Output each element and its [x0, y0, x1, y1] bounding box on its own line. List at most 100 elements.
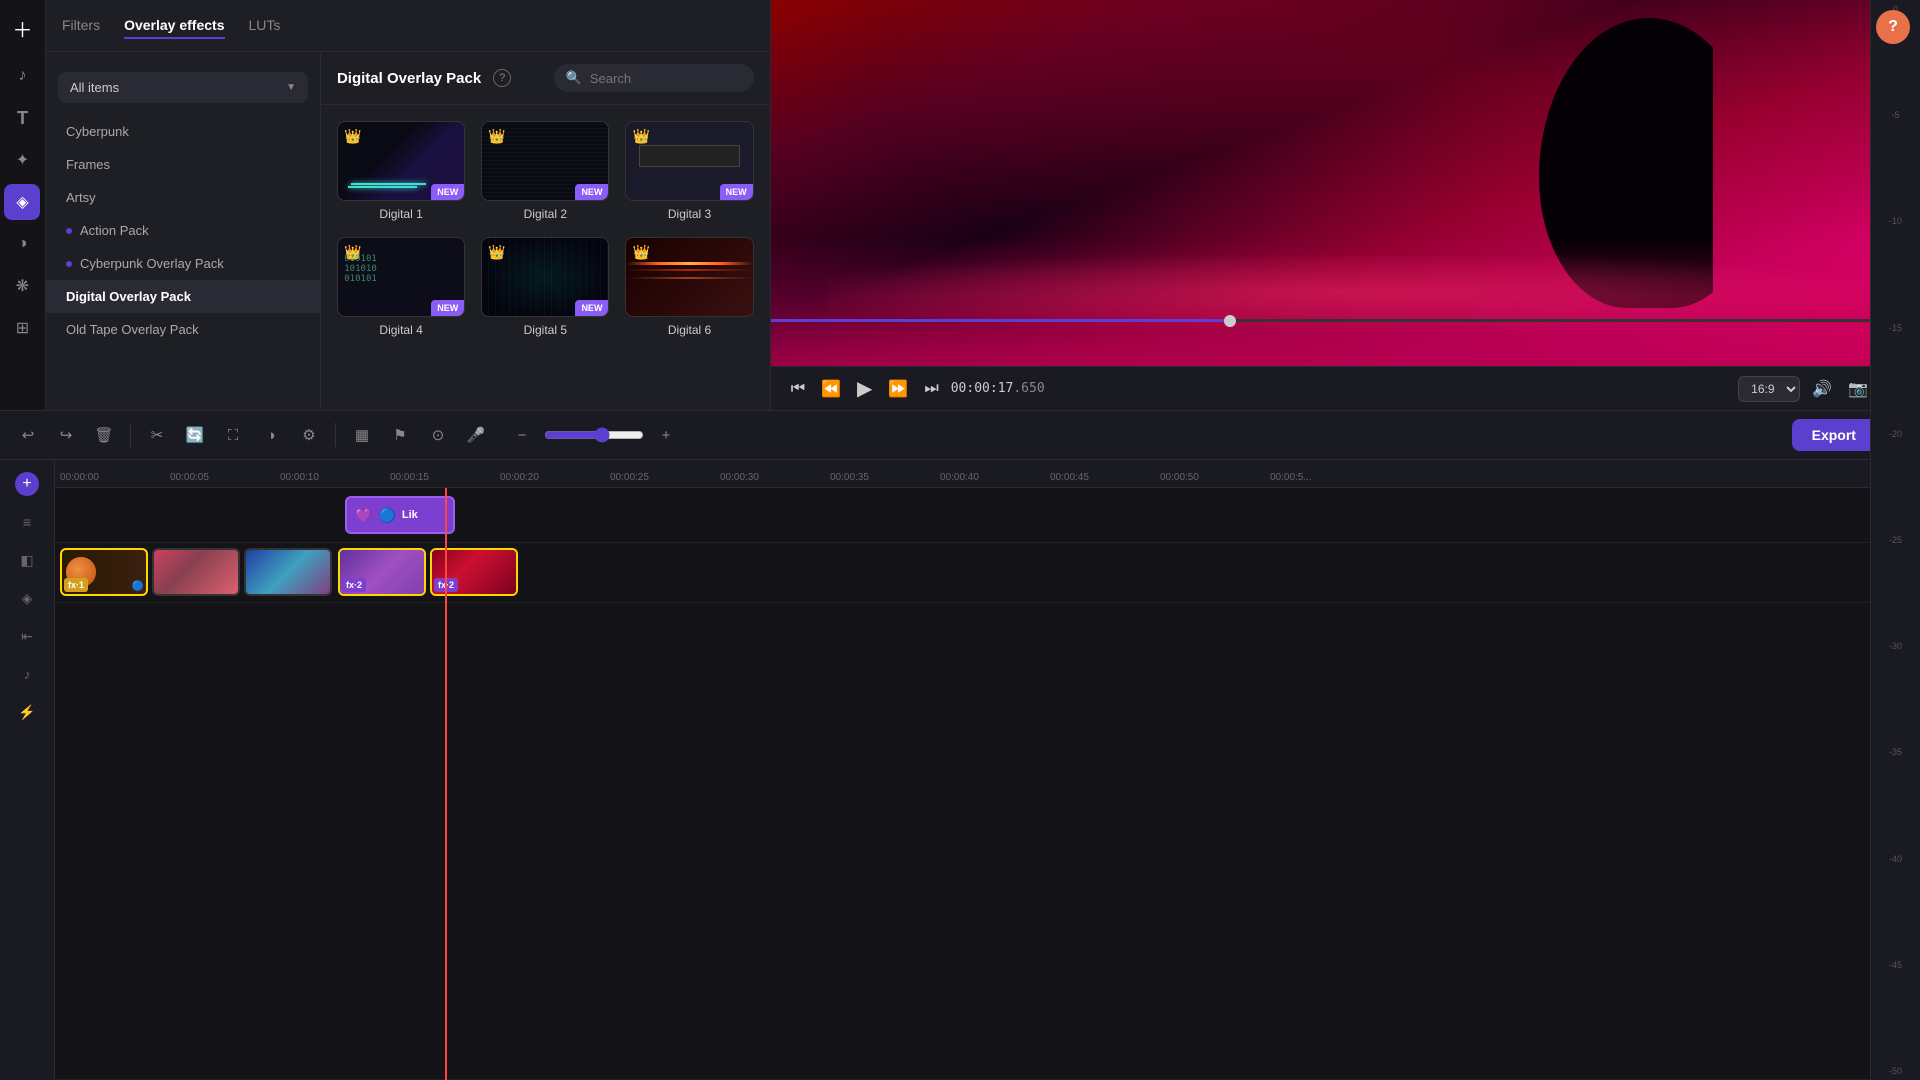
left-sidebar: ＋ ♪ T ✦ ◈ ◑ ❋ ⊞: [0, 0, 46, 410]
rewind-button[interactable]: ⏪: [817, 375, 845, 403]
ruler-mark: 00:00:20: [500, 472, 539, 483]
tl-icon-2[interactable]: ◧: [11, 544, 43, 576]
help-button[interactable]: ?: [1876, 10, 1910, 44]
crop-button[interactable]: ⛶: [217, 419, 249, 451]
preview-section: ? ⏮ ⏪ ▶ ⏩ ⏭ 00:00:17.650: [771, 0, 1920, 410]
video-clip-5[interactable]: fx·2: [430, 548, 518, 596]
sidebar-item-frames[interactable]: Frames: [46, 148, 320, 181]
tab-filters[interactable]: Filters: [62, 13, 100, 39]
overlay-clip-label: Lik: [402, 509, 418, 521]
new-badge: NEW: [575, 184, 608, 200]
screenshot-button[interactable]: 📷: [1844, 375, 1872, 403]
volume-button[interactable]: 🔊: [1808, 375, 1836, 403]
tl-icon-1[interactable]: ≡: [11, 506, 43, 538]
sidebar-item-digital-overlay[interactable]: Digital Overlay Pack: [46, 280, 320, 313]
timeline-button[interactable]: ⊙: [422, 419, 454, 451]
new-badge: NEW: [431, 184, 464, 200]
tl-icon-6[interactable]: ⚡: [11, 696, 43, 728]
volume-bar: 0 -5 -10 -15 -20 -25 -30 -35 -40 -45 -50: [1870, 460, 1920, 1080]
effect-card-digital4[interactable]: 👑 010101101010010101 NEW Digital 4: [337, 237, 465, 337]
effect-card-digital1[interactable]: 👑 NEW Digital 1: [337, 121, 465, 221]
effect-thumb: 👑 NEW: [481, 237, 609, 317]
effect-card-digital3[interactable]: 👑 NEW Digital 3: [625, 121, 753, 221]
adjust-button[interactable]: ⚙: [293, 419, 325, 451]
ruler-mark: 00:00:50: [1160, 472, 1199, 483]
aspect-select[interactable]: 16:9 9:16 1:1: [1738, 376, 1800, 402]
effects-grid-area: Digital Overlay Pack ? 🔍 ✕ 👑 NEW: [321, 52, 770, 410]
ruler-mark: 00:00:45: [1050, 472, 1089, 483]
undo-button[interactable]: ↩: [12, 419, 44, 451]
export-button[interactable]: Export: [1792, 419, 1876, 451]
toolbar: ↩ ↪ 🗑 ✂ 🔄 ⛶ ◑ ⚙ ▦ ⚑ ⊙ 🎤 − + Export ▾: [0, 410, 1920, 460]
tl-icon-3[interactable]: ◈: [11, 582, 43, 614]
effects-grid: 👑 NEW Digital 1 👑 NEW Digital: [321, 105, 770, 353]
sidebar-item-artsy[interactable]: Artsy: [46, 181, 320, 214]
timeline-tracks: 💜 🔵 Lik fx·1 🔵: [55, 488, 1920, 1080]
vol-40: -40: [1889, 854, 1902, 864]
dot-icon: [66, 228, 72, 234]
zoom-slider[interactable]: [544, 427, 644, 443]
search-box[interactable]: 🔍 ✕: [554, 64, 754, 92]
stickers-icon[interactable]: ❋: [4, 268, 40, 304]
overlay-clip[interactable]: 💜 🔵 Lik: [345, 496, 455, 534]
add-track-button[interactable]: +: [15, 472, 39, 496]
effect-card-digital5[interactable]: 👑 NEW Digital 5: [481, 237, 609, 337]
redo-button[interactable]: ↪: [50, 419, 82, 451]
tl-icon-4[interactable]: ⇤: [11, 620, 43, 652]
color-button[interactable]: ◑: [255, 419, 287, 451]
cut-button[interactable]: ✂: [141, 419, 173, 451]
grid-icon[interactable]: ⊞: [4, 310, 40, 346]
item-label: Old Tape Overlay Pack: [66, 322, 199, 337]
fast-forward-button[interactable]: ⏩: [884, 375, 912, 403]
delete-button[interactable]: 🗑: [88, 419, 120, 451]
flag-button[interactable]: ⚑: [384, 419, 416, 451]
effect-card-digital6[interactable]: 👑 Digital 6: [625, 237, 753, 337]
vol-30: -30: [1889, 641, 1902, 651]
help-icon[interactable]: ?: [493, 69, 511, 87]
sidebar-item-action-pack[interactable]: Action Pack: [46, 214, 320, 247]
ruler-mark: 00:00:40: [940, 472, 979, 483]
dot-icon: [66, 261, 72, 267]
vol-50: -50: [1889, 1066, 1902, 1076]
new-badge: NEW: [720, 184, 753, 200]
zoom-in-button[interactable]: +: [650, 419, 682, 451]
item-label: Action Pack: [80, 223, 149, 238]
timeline-ruler[interactable]: 00:00:00 00:00:05 00:00:10 00:00:15 00:0…: [55, 460, 1920, 488]
tl-icon-5[interactable]: ♪: [11, 658, 43, 690]
search-input[interactable]: [590, 71, 766, 86]
tab-overlay-effects[interactable]: Overlay effects: [124, 13, 224, 39]
loop-button[interactable]: 🔄: [179, 419, 211, 451]
music-icon[interactable]: ♪: [4, 58, 40, 94]
tab-luts[interactable]: LUTs: [249, 13, 281, 39]
skip-start-button[interactable]: ⏮: [787, 376, 809, 402]
zoom-out-button[interactable]: −: [506, 419, 538, 451]
text-icon[interactable]: T: [4, 100, 40, 136]
effects-panel: Filters Overlay effects LUTs All items ▼…: [46, 0, 771, 410]
all-items-dropdown[interactable]: All items ▼: [58, 72, 308, 103]
effect-card-digital2[interactable]: 👑 NEW Digital 2: [481, 121, 609, 221]
sidebar-item-cyberpunk[interactable]: Cyberpunk: [46, 115, 320, 148]
video-clip-1[interactable]: fx·1 🔵: [60, 548, 148, 596]
sidebar-item-old-tape[interactable]: Old Tape Overlay Pack: [46, 313, 320, 346]
effect-name: Digital 5: [524, 323, 567, 337]
video-clip-2[interactable]: [152, 548, 240, 596]
color-icon[interactable]: ◑: [4, 226, 40, 262]
progress-bar[interactable]: [771, 319, 1920, 322]
insert-button[interactable]: ▦: [346, 419, 378, 451]
play-button[interactable]: ▶: [853, 372, 876, 405]
effects-icon[interactable]: ✦: [4, 142, 40, 178]
search-icon: 🔍: [566, 70, 582, 86]
effect-name: Digital 3: [668, 207, 711, 221]
timeline-left-controls: + ≡ ◧ ◈ ⇤ ♪ ⚡: [0, 460, 55, 1080]
skip-end-button[interactable]: ⏭: [920, 376, 942, 402]
mic-button[interactable]: 🎤: [460, 419, 492, 451]
add-button[interactable]: ＋: [4, 10, 40, 46]
video-clip-4[interactable]: fx·2: [338, 548, 426, 596]
video-clip-3[interactable]: [244, 548, 332, 596]
vol-25: -25: [1889, 535, 1902, 545]
ruler-mark: 00:00:30: [720, 472, 759, 483]
sidebar-item-cyberpunk-overlay[interactable]: Cyberpunk Overlay Pack: [46, 247, 320, 280]
overlay-icon[interactable]: ◈: [4, 184, 40, 220]
right-panel: ? ⏮ ⏪ ▶ ⏩ ⏭ 00:00:17.650: [771, 0, 1920, 410]
item-label: Artsy: [66, 190, 96, 205]
